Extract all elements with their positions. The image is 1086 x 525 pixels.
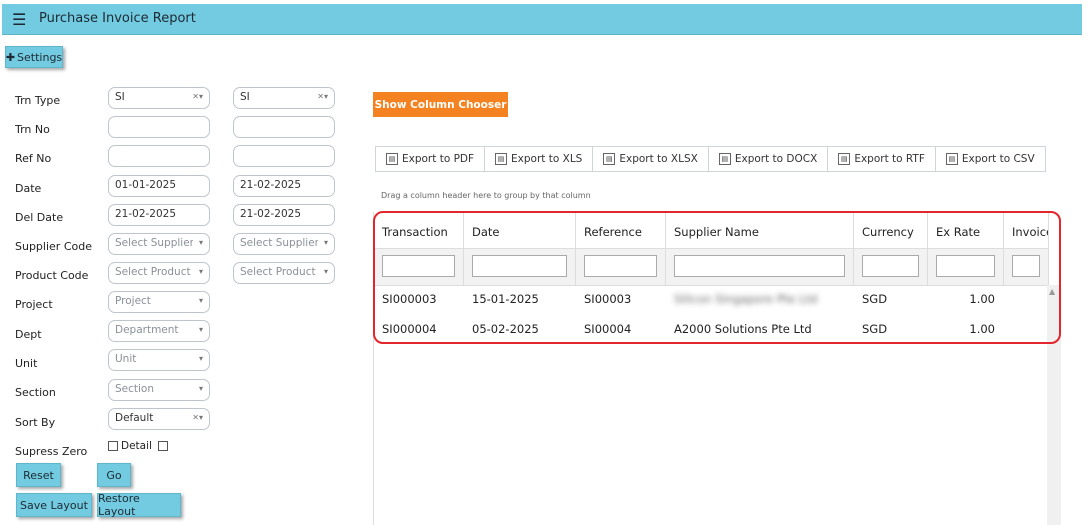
filter-supplier-input[interactable] <box>674 255 845 277</box>
chevron-down-icon[interactable]: ▾ <box>324 238 328 247</box>
ref-no-to-input[interactable] <box>233 145 335 167</box>
save-layout-button[interactable]: Save Layout <box>16 493 92 517</box>
grid-scrollbar[interactable]: ▲ <box>1047 285 1061 525</box>
settings-button[interactable]: ✚ Settings <box>5 46 63 68</box>
sort-by-label: Sort By <box>15 416 56 429</box>
detail-checkbox[interactable] <box>158 441 169 451</box>
column-header-supplier-name[interactable]: Supplier Name <box>666 212 854 248</box>
product-code-label: Product Code <box>15 269 89 282</box>
trn-no-to-input[interactable] <box>233 116 335 138</box>
trn-type-from-select[interactable]: SI ✕▾ <box>108 87 210 109</box>
chevron-down-icon[interactable]: ▾ <box>199 325 203 334</box>
export-xls-button[interactable]: ▤ Export to XLS <box>485 147 594 171</box>
column-header-currency[interactable]: Currency <box>854 212 928 248</box>
supplier-to-select[interactable]: Select Supplier ▾ <box>233 233 335 255</box>
chevron-down-icon[interactable]: ▾ <box>199 267 203 276</box>
go-button[interactable]: Go <box>97 463 131 487</box>
hamburger-icon[interactable]: ☰ <box>12 10 26 29</box>
plus-icon: ✚ <box>5 50 16 64</box>
filter-date-input[interactable] <box>472 255 567 277</box>
chevron-down-icon[interactable]: ▾ <box>199 354 203 363</box>
section-select[interactable]: Section ▾ <box>108 379 210 401</box>
trn-type-label: Trn Type <box>15 94 61 107</box>
document-icon: ▤ <box>838 153 851 165</box>
column-header-invoice[interactable]: Invoice <box>1004 212 1048 248</box>
unit-select[interactable]: Unit ▾ <box>108 349 210 371</box>
supress-zero-label: Supress Zero <box>15 445 88 458</box>
product-from-select[interactable]: Select Product ▾ <box>108 262 210 284</box>
top-bar: ☰ Purchase Invoice Report <box>2 4 1082 35</box>
export-toolbar: ▤ Export to PDF ▤ Export to XLS ▤ Export to… <box>375 146 1046 172</box>
show-column-chooser-button[interactable]: Show Column Chooser <box>373 92 508 117</box>
del-date-from-input[interactable]: 21-02-2025 <box>108 204 210 226</box>
del-date-label: Del Date <box>15 211 64 224</box>
document-icon: ▤ <box>718 153 731 165</box>
export-csv-button[interactable]: ▤ Export to CSV <box>936 147 1045 171</box>
document-icon: ▤ <box>495 153 508 165</box>
document-icon: ▤ <box>603 153 616 165</box>
sort-by-select[interactable]: Default ✕▾ <box>108 408 210 430</box>
restore-layout-button[interactable]: Restore Layout <box>97 492 181 518</box>
column-header-reference[interactable]: Reference <box>576 212 666 248</box>
column-header-transaction[interactable]: Transaction <box>374 212 464 248</box>
dept-label: Dept <box>15 328 42 341</box>
clear-chevron-icon[interactable]: ✕▾ <box>192 92 203 101</box>
filter-reference-input[interactable] <box>584 255 657 277</box>
filter-transaction-input[interactable] <box>382 255 455 277</box>
trn-type-to-select[interactable]: SI ✕▾ <box>233 87 335 109</box>
supplier-from-select[interactable]: Select Supplier ▾ <box>108 233 210 255</box>
trn-no-label: Trn No <box>15 123 50 136</box>
filter-ex-rate-input[interactable] <box>936 255 995 277</box>
project-select[interactable]: Project ▾ <box>108 291 210 313</box>
export-docx-button[interactable]: ▤ Export to DOCX <box>709 147 829 171</box>
group-panel-hint: Drag a column header here to group by th… <box>381 191 591 200</box>
clear-chevron-icon[interactable]: ✕▾ <box>192 413 203 422</box>
filter-currency-input[interactable] <box>862 255 919 277</box>
dept-select[interactable]: Department ▾ <box>108 320 210 342</box>
export-pdf-button[interactable]: ▤ Export to PDF <box>376 147 486 171</box>
grid-filter-row <box>374 249 1048 286</box>
column-header-date[interactable]: Date <box>464 212 576 248</box>
chevron-down-icon[interactable]: ▾ <box>199 384 203 393</box>
column-header-ex-rate[interactable]: Ex Rate <box>928 212 1004 248</box>
supress-zero-checkbox[interactable] <box>108 441 118 451</box>
chevron-down-icon[interactable]: ▾ <box>199 296 203 305</box>
filter-invoice-input[interactable] <box>1012 255 1040 277</box>
reset-button[interactable]: Reset <box>16 463 61 487</box>
document-icon: ▤ <box>945 153 958 165</box>
ref-no-label: Ref No <box>15 152 52 165</box>
table-row[interactable]: SI000004 05-02-2025 SI00004 A2000 Soluti… <box>374 314 1048 344</box>
date-from-input[interactable]: 01-01-2025 <box>108 175 210 197</box>
page-title: Purchase Invoice Report <box>39 11 196 26</box>
product-to-select[interactable]: Select Product ▾ <box>233 262 335 284</box>
trn-no-from-input[interactable] <box>108 116 210 138</box>
data-grid: Transaction Date Reference Supplier Name… <box>373 212 1049 525</box>
supplier-code-label: Supplier Code <box>15 240 92 253</box>
ref-no-from-input[interactable] <box>108 145 210 167</box>
date-to-input[interactable]: 21-02-2025 <box>233 175 335 197</box>
clear-chevron-icon[interactable]: ✕▾ <box>317 92 328 101</box>
section-label: Section <box>15 386 56 399</box>
chevron-down-icon[interactable]: ▾ <box>199 238 203 247</box>
del-date-to-input[interactable]: 21-02-2025 <box>233 204 335 226</box>
chevron-down-icon[interactable]: ▾ <box>324 267 328 276</box>
export-rtf-button[interactable]: ▤ Export to RTF <box>828 147 936 171</box>
grid-header-row: Transaction Date Reference Supplier Name… <box>374 212 1048 249</box>
project-label: Project <box>15 298 53 311</box>
table-row[interactable]: SI000003 15-01-2025 SI00003 Silicon Sing… <box>374 284 1048 314</box>
export-xlsx-button[interactable]: ▤ Export to XLSX <box>593 147 709 171</box>
scroll-up-icon[interactable]: ▲ <box>1049 287 1055 296</box>
supress-zero-options: Detail <box>108 440 171 452</box>
document-icon: ▤ <box>386 153 398 165</box>
date-label: Date <box>15 182 42 195</box>
unit-label: Unit <box>15 357 38 370</box>
